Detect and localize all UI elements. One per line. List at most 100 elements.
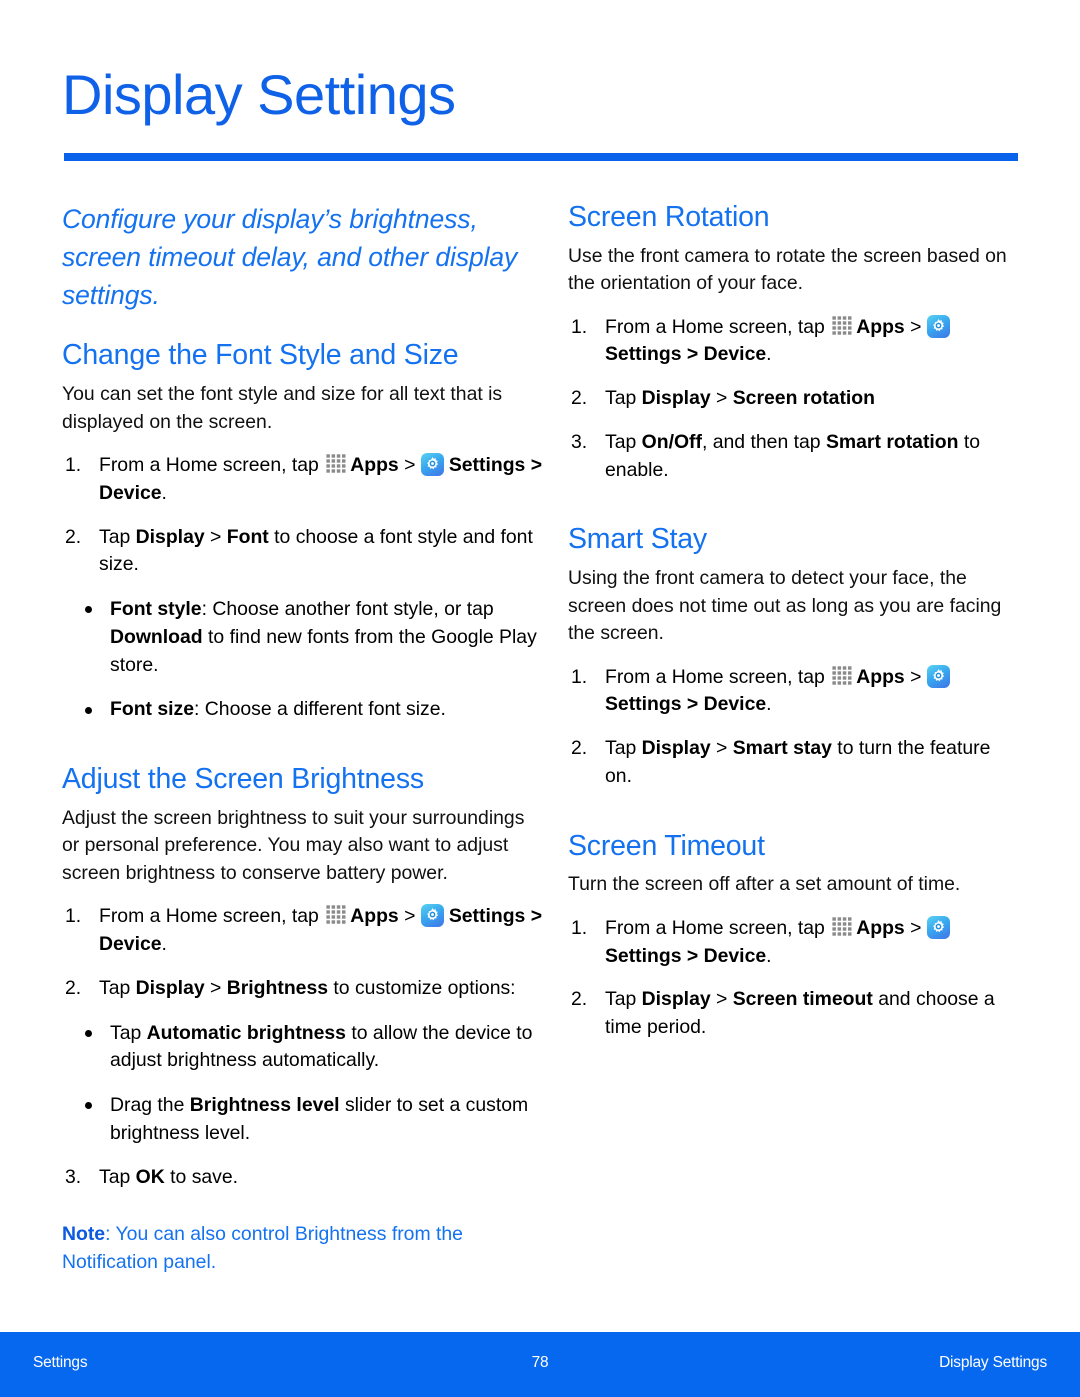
emphasis-text: Device — [99, 933, 162, 956]
emphasis-text: Settings — [605, 343, 682, 366]
step-list: 1. From a Home screen, tap Apps > Setting… — [568, 314, 1020, 485]
bullet-item: Tap Automatic brightness to allow the de… — [76, 1020, 547, 1076]
page-title: Display Settings — [62, 63, 456, 126]
emphasis-text: Settings — [448, 454, 526, 477]
emphasis-text: Display — [641, 737, 711, 760]
section-body: Use the front camera to rotate the scree… — [568, 244, 1007, 295]
emphasis-text: Settings — [605, 693, 682, 716]
step-text: Tap On/Off, and then tap Smart rotation … — [605, 430, 981, 481]
emphasis-text: Smart rotation — [825, 430, 959, 453]
intro-paragraph: Configure your display’s brightness, scr… — [62, 204, 518, 311]
step-item: 3. Tap OK to save. — [62, 1164, 547, 1192]
step-list: 3. Tap OK to save. — [62, 1164, 547, 1192]
emphasis-text: Apps — [856, 665, 905, 688]
step-text: Tap Display > Brightness to customize op… — [99, 976, 516, 999]
step-text: From a Home screen, tap Apps > Settings … — [605, 915, 955, 967]
emphasis-text: > — [681, 693, 704, 716]
emphasis-text: Screen timeout — [732, 988, 873, 1011]
emphasis-text: Display — [641, 988, 711, 1011]
page-footer: Settings 78 Display Settings — [0, 1332, 1080, 1397]
apps-grid-icon — [832, 666, 853, 686]
step-list: 1. From a Home screen, tap Apps > Setting… — [62, 452, 547, 579]
step-item: 1. From a Home screen, tap Apps > Setting… — [62, 903, 547, 959]
bullet-dot-icon — [85, 1029, 92, 1037]
bullet-item: Font style: Choose another font style, o… — [76, 596, 547, 679]
footer-page-number: 78 — [531, 1354, 549, 1371]
bullet-text: Tap Automatic brightness to allow the de… — [110, 1021, 533, 1072]
emphasis-text: Font — [226, 525, 269, 548]
settings-gear-icon — [420, 453, 444, 477]
step-number: 2. — [65, 525, 82, 548]
section-heading: Screen Rotation — [568, 201, 770, 233]
step-number: 1. — [65, 454, 82, 477]
settings-gear-icon — [420, 904, 444, 928]
emphasis-text: OK — [135, 1165, 165, 1188]
step-item: 1. From a Home screen, tap Apps > Setting… — [568, 915, 1020, 971]
step-item: 1. From a Home screen, tap Apps > Setting… — [568, 664, 1020, 720]
emphasis-text: Display — [641, 387, 711, 410]
step-list: 1. From a Home screen, tap Apps > Setting… — [568, 915, 1020, 1042]
emphasis-text: Font size — [110, 698, 195, 721]
section-body: Using the front camera to detect your fa… — [568, 567, 1002, 645]
emphasis-text: Brightness — [226, 976, 329, 999]
emphasis-text: Apps — [856, 315, 905, 338]
emphasis-text: > — [525, 905, 543, 928]
step-item: 1. From a Home screen, tap Apps > Setting… — [62, 452, 547, 508]
step-number: 3. — [571, 430, 588, 453]
emphasis-text: Settings — [448, 905, 526, 928]
settings-gear-icon — [926, 664, 950, 688]
emphasis-text: Apps — [350, 454, 399, 477]
step-item: 2. Tap Display > Screen timeout and choos… — [568, 986, 1020, 1042]
emphasis-text: Device — [703, 944, 767, 967]
apps-grid-icon — [326, 454, 347, 474]
emphasis-text: Brightness level — [189, 1094, 340, 1117]
section-heading: Screen Timeout — [568, 829, 765, 862]
emphasis-text: Screen rotation — [732, 387, 875, 410]
section-body: Turn the screen off after a set amount o… — [568, 873, 961, 896]
step-number: 1. — [571, 916, 588, 939]
step-item: 1. From a Home screen, tap Apps > Setting… — [568, 314, 1020, 370]
step-list: 1. From a Home screen, tap Apps > Setting… — [568, 664, 1020, 791]
bullet-dot-icon — [85, 1102, 92, 1110]
right-column: Screen Rotation Use the front camera to r… — [568, 200, 1020, 1042]
section-body: Adjust the screen brightness to suit you… — [62, 806, 525, 884]
emphasis-text: Font style — [110, 598, 202, 621]
step-text: Tap Display > Screen timeout and choose … — [605, 988, 995, 1039]
step-number: 2. — [571, 737, 588, 760]
note-block: Note: You can also control Brightness fr… — [62, 1223, 463, 1273]
emphasis-text: Download — [110, 625, 203, 648]
emphasis-text: > — [525, 454, 543, 477]
apps-grid-icon — [326, 905, 347, 925]
bullet-text: Drag the Brightness level slider to set … — [110, 1094, 529, 1144]
step-text: From a Home screen, tap Apps > Settings … — [99, 453, 543, 504]
step-text: From a Home screen, tap Apps > Settings … — [605, 314, 955, 366]
emphasis-text: Automatic brightness — [146, 1021, 346, 1044]
step-number: 2. — [65, 976, 82, 999]
bullet-item: Drag the Brightness level slider to set … — [76, 1092, 547, 1148]
step-text: Tap OK to save. — [99, 1165, 239, 1188]
bullet-text: Font style: Choose another font style, o… — [110, 598, 537, 676]
step-text: From a Home screen, tap Apps > Settings … — [99, 904, 543, 956]
step-number: 3. — [65, 1165, 82, 1188]
apps-grid-icon — [832, 917, 853, 937]
emphasis-text: Display — [135, 525, 205, 548]
emphasis-text: Device — [703, 693, 767, 716]
step-list: 1. From a Home screen, tap Apps > Setting… — [62, 903, 547, 1002]
section-body: You can set the font style and size for … — [62, 383, 503, 433]
step-number: 2. — [571, 988, 588, 1011]
step-text: Tap Display > Screen rotation — [605, 387, 875, 410]
step-text: Tap Display > Smart stay to turn the fea… — [605, 737, 991, 787]
emphasis-text: > — [681, 944, 704, 967]
step-item: 2. Tap Display > Screen rotation — [568, 385, 1020, 413]
emphasis-text: Display — [135, 976, 205, 999]
step-item: 2. Tap Display > Brightness to customize … — [62, 975, 547, 1003]
settings-gear-icon — [926, 915, 950, 939]
bullet-dot-icon — [85, 706, 92, 714]
bullet-list: Tap Automatic brightness to allow the de… — [62, 1020, 547, 1148]
note-label: Note — [62, 1223, 106, 1246]
emphasis-text: > — [681, 343, 704, 366]
